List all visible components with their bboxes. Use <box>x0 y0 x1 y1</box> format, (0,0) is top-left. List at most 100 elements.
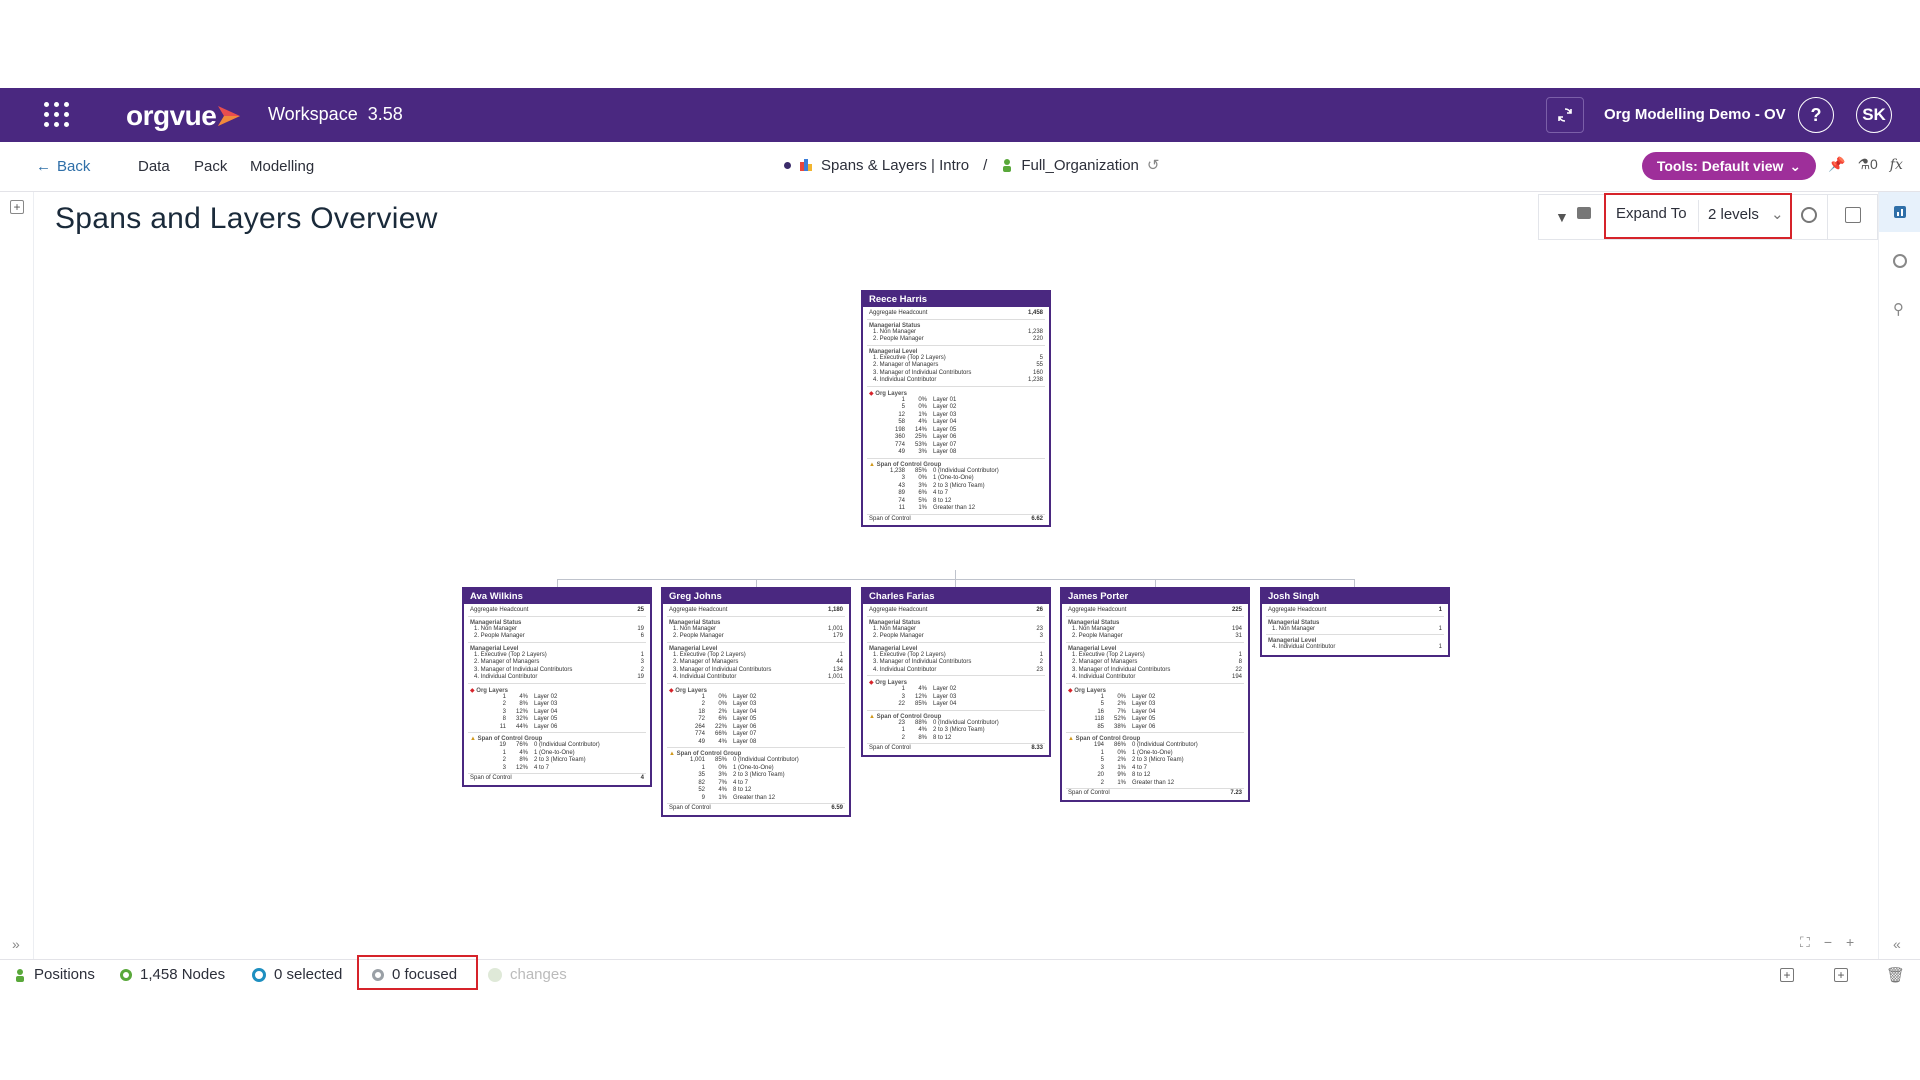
breadcrumb-pack[interactable]: Spans & Layers | Intro <box>821 157 969 174</box>
card-row: 1 4% 1 (One-to-One) <box>502 749 575 756</box>
card-name: Greg Johns <box>663 589 849 604</box>
card-row: 1 4% Layer 02 <box>502 693 558 700</box>
card-row: 3. Manager of Individual Contributors 134 <box>673 666 843 673</box>
card-row: 3 12% Layer 03 <box>901 693 957 700</box>
sync-button[interactable] <box>1546 97 1584 133</box>
add-panel-icon[interactable]: + <box>10 200 24 214</box>
card-row: 3. Manager of Individual Contributors 160 <box>873 369 1043 376</box>
trash-icon[interactable]: 🗑 <box>1886 966 1905 984</box>
add-node-icon[interactable]: + <box>1780 968 1794 982</box>
org-card-josh-singh[interactable]: Josh Singh Aggregate Headcount 1 Manageri… <box>1260 587 1450 657</box>
chart-panel-button[interactable] <box>1879 192 1920 232</box>
duplicate-icon[interactable]: + <box>1834 968 1848 982</box>
orgvue-logo: orgvue <box>126 100 217 131</box>
card-section-label: ▲ Span of Control Group <box>869 461 942 468</box>
selected-count[interactable]: 0 selected <box>252 966 342 983</box>
flask-icon[interactable]: ⚗0 <box>1857 156 1877 173</box>
expand-to-highlight <box>1604 193 1792 239</box>
card-headcount: Aggregate Headcount 1 <box>1268 607 1442 613</box>
focused-highlight <box>357 955 478 990</box>
card-section-label: Managerial Status <box>1268 619 1320 626</box>
card-row: 3. Manager of Individual Contributors 2 <box>474 666 644 673</box>
card-row: 774 53% Layer 07 <box>894 441 957 448</box>
breadcrumb-dataset[interactable]: Full_Organization <box>1021 157 1139 174</box>
nodes-count[interactable]: 1,458 Nodes <box>120 966 225 983</box>
nav-modelling[interactable]: Modelling <box>250 158 314 175</box>
card-row: 1,001 85% 0 (Individual Contributor) <box>689 757 799 763</box>
card-row: 89 6% 4 to 7 <box>898 490 949 496</box>
formula-icon[interactable]: fx <box>1890 157 1903 173</box>
card-headcount: Aggregate Headcount 26 <box>869 607 1043 613</box>
org-card-james-porter[interactable]: James Porter Aggregate Headcount 225 Mana… <box>1060 587 1250 802</box>
org-card-charles-farias[interactable]: Charles Farias Aggregate Headcount 26 Man… <box>861 587 1051 757</box>
tools-view-dropdown[interactable]: Tools: Default view ⌄ <box>1642 152 1816 180</box>
search-icon[interactable]: ⚲ <box>1893 300 1904 318</box>
zoom-in-icon[interactable]: + <box>1846 934 1854 951</box>
card-row: 1 0% 1 (One-to-One) <box>1100 749 1173 756</box>
card-row: 4. Individual Contributor 1,238 <box>873 377 1043 383</box>
card-row: 3 12% 4 to 7 <box>502 764 550 771</box>
card-row: 4. Individual Contributor 194 <box>1072 674 1242 680</box>
expand-left-icon[interactable]: » <box>12 936 20 952</box>
app-launcher-icon[interactable] <box>44 102 70 128</box>
circle-icon[interactable] <box>1893 254 1907 268</box>
card-row: 2. People Manager 220 <box>873 336 1043 342</box>
pin-icon[interactable]: 📌 <box>1828 156 1845 173</box>
chevron-down-icon: ⌄ <box>1789 157 1802 174</box>
card-section-label: ▲ Span of Control Group <box>470 736 543 742</box>
changes-indicator[interactable]: changes <box>488 966 567 983</box>
card-row: 43 3% 2 to 3 (Micro Team) <box>898 482 985 489</box>
layers-icon[interactable] <box>1577 207 1591 219</box>
nav-data[interactable]: Data <box>138 158 170 175</box>
card-name: James Porter <box>1062 589 1248 604</box>
card-row: 1. Non Manager 1 <box>1272 625 1442 632</box>
fit-screen-icon[interactable]: ⛶ <box>1800 934 1810 951</box>
back-button[interactable]: ← Back <box>36 158 90 175</box>
card-name: Ava Wilkins <box>464 589 650 604</box>
card-section-label: ◆ Org Layers <box>869 680 907 686</box>
zoom-out-icon[interactable]: − <box>1824 934 1832 951</box>
card-row: 1 4% Layer 02 <box>901 686 957 692</box>
status-dot-icon <box>784 161 791 169</box>
card-row: 118 52% Layer 05 <box>1094 716 1156 722</box>
card-row: 1 4% 2 to 3 (Micro Team) <box>901 727 985 733</box>
org-card-ava-wilkins[interactable]: Ava Wilkins Aggregate Headcount 25 Manage… <box>462 587 652 787</box>
user-avatar[interactable]: SK <box>1856 97 1892 133</box>
card-section-label: ◆ Org Layers <box>669 687 707 694</box>
arrow-left-icon: ← <box>36 158 51 175</box>
help-button[interactable]: ? <box>1798 97 1834 133</box>
right-rail: ⚲ « <box>1878 192 1920 959</box>
card-section-label: Managerial Status <box>869 322 921 329</box>
card-section-label: Managerial Level <box>1068 645 1117 652</box>
person-icon <box>16 968 24 982</box>
filter-icon[interactable]: ▼ <box>1555 209 1569 225</box>
positions-indicator[interactable]: Positions <box>14 966 95 983</box>
changes-icon <box>488 967 502 982</box>
card-row: 360 25% Layer 06 <box>894 434 957 440</box>
card-row: 1. Non Manager 23 <box>873 625 1043 632</box>
card-row: 774 66% Layer 07 <box>694 731 757 737</box>
org-chart-canvas[interactable]: Reece Harris Aggregate Headcount 1,458 Ma… <box>34 242 1878 957</box>
card-row: 4. Individual Contributor 1 <box>1272 644 1442 650</box>
card-span-of-control: Span of Control 7.23 <box>1068 790 1242 796</box>
collapse-right-icon[interactable]: « <box>1893 936 1901 952</box>
person-icon <box>1003 159 1012 172</box>
organization-name[interactable]: Org Modelling Demo - OV <box>1604 106 1786 123</box>
card-row: 2. Manager of Managers 55 <box>873 362 1043 368</box>
export-icon[interactable] <box>1845 207 1861 223</box>
nav-right-icons: 📌 ⚗0 fx <box>1828 156 1903 173</box>
card-row: 5 0% Layer 02 <box>901 404 957 410</box>
refresh-icon[interactable]: ↺ <box>1147 156 1160 174</box>
card-section-label: Managerial Status <box>669 619 721 626</box>
org-card-greg-johns[interactable]: Greg Johns Aggregate Headcount 1,180 Mana… <box>661 587 851 817</box>
card-row: 1. Non Manager 1,238 <box>873 328 1043 335</box>
card-row: 2 0% Layer 03 <box>701 701 757 707</box>
card-span-of-control: Span of Control 4 <box>470 775 644 781</box>
card-row: 2 8% 8 to 12 <box>901 734 952 741</box>
palette-icon[interactable] <box>1801 207 1817 223</box>
card-row: 198 14% Layer 05 <box>894 426 957 433</box>
nav-pack[interactable]: Pack <box>194 158 227 175</box>
breadcrumb: Spans & Layers | Intro / Full_Organizati… <box>784 156 1159 174</box>
org-card-reece-harris[interactable]: Reece Harris Aggregate Headcount 1,458 Ma… <box>861 290 1051 527</box>
card-section-label: Managerial Level <box>1268 638 1317 644</box>
